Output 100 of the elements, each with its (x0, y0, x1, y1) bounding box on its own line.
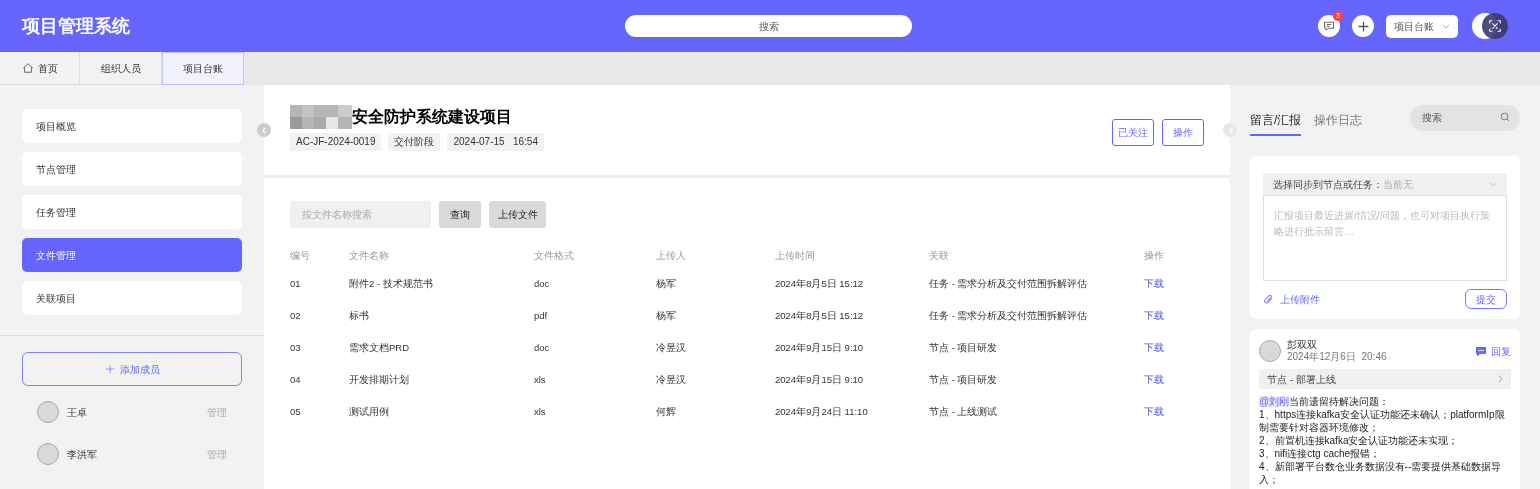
sidebar-item[interactable]: 关联项目 (22, 281, 242, 315)
table-cell-text: 节点 - 上线测试 (929, 404, 999, 419)
comment-author: 彭双双 (1287, 339, 1318, 351)
redacted-block (290, 105, 352, 129)
plus-icon (104, 364, 115, 374)
chevron-down-icon (1442, 23, 1450, 29)
chat-icon (1475, 345, 1487, 357)
message-icon (1323, 20, 1335, 32)
panel-tab[interactable]: 留言/汇报 (1250, 105, 1302, 136)
add-member-button[interactable]: 添加成员 (22, 352, 242, 386)
comment-text: 2、前置机连接kafka安全认证功能还未实现； (1259, 434, 1460, 447)
table-cell-text: 附件2 - 技术规范书 (349, 276, 434, 291)
column-header: 文件名称 (349, 248, 390, 263)
table-cell-text: 任务 - 需求分析及交付范围拆解评估 (929, 276, 1089, 291)
avatar (37, 401, 59, 423)
project-tag: AC-JF-2024-0019 (290, 133, 382, 151)
member-role: 管理 (207, 447, 227, 462)
table-cell-text: 标书 (349, 308, 370, 323)
project-tag: 2024-07-15 16:54 (447, 133, 544, 151)
download-link[interactable]: 下载 (1144, 276, 1184, 292)
table-cell-text: 03 (290, 340, 302, 355)
sidebar-item[interactable]: 任务管理 (22, 195, 242, 229)
sidebar-item[interactable]: 文件管理 (22, 238, 242, 272)
chevron-right-icon (1498, 375, 1503, 383)
download-link[interactable]: 下载 (1144, 404, 1184, 420)
avatar (37, 443, 59, 465)
toolbar-button[interactable]: 上传文件 (489, 201, 546, 228)
table-cell-text: 开发排期计划 (349, 372, 410, 387)
member-name: 王卓 (67, 405, 88, 420)
comment-text: 3、nifi连接ctg cache报错； (1259, 447, 1382, 460)
fullscreen-button[interactable] (1482, 13, 1508, 39)
table-cell-text: 杨军 (656, 308, 677, 323)
nav-tab[interactable]: 项目台账 (162, 52, 244, 85)
plus-icon (1356, 19, 1370, 33)
add-button[interactable] (1352, 15, 1374, 37)
table-cell-text: 何辉 (656, 404, 677, 419)
panel-search-field[interactable]: 搜索 (1410, 104, 1520, 131)
expand-icon (1488, 19, 1502, 33)
table-cell-text: 节点 - 项目研发 (929, 372, 999, 387)
node-link[interactable]: 节点 - 部署上线 (1259, 369, 1511, 389)
download-link[interactable]: 下载 (1144, 372, 1184, 388)
upload-attachment-button[interactable]: 上传附件 (1263, 291, 1320, 307)
project-tag: 交付阶段 (388, 133, 441, 151)
table-cell-text: 2024年8月5日 15:12 (775, 276, 865, 291)
project-dropdown[interactable]: 项目台账 (1386, 14, 1458, 38)
table-cell-text: 需求文档PRD (349, 340, 411, 355)
comment-text: 1、https连接kafka安全认证功能还未确认；platformIp限制需要针对容器环境修改； (1259, 408, 1506, 434)
avatar (1259, 340, 1281, 362)
home-icon (21, 62, 34, 74)
column-header: 关联 (929, 248, 950, 263)
sidebar-item[interactable]: 节点管理 (22, 152, 242, 186)
submit-button[interactable]: 提交 (1465, 289, 1507, 309)
chevron-down-icon (1490, 181, 1497, 187)
table-cell-text: xls (534, 372, 547, 387)
panel-tab[interactable]: 操作日志 (1314, 105, 1363, 136)
column-header: 上传时间 (775, 248, 816, 263)
sidebar-item[interactable]: 项目概览 (22, 109, 242, 143)
table-cell-text: pdf (534, 308, 549, 323)
table-cell-text: 04 (290, 372, 302, 387)
table-cell-text: 2024年8月5日 15:12 (775, 308, 865, 323)
download-link[interactable]: 下载 (1144, 308, 1184, 324)
table-cell-text: 冷昱汉 (656, 340, 687, 355)
comment-text: 4、新部署平台数仓业务数据没有--需要提供基础数据导入； (1259, 460, 1503, 486)
reply-button[interactable]: 回复 (1475, 343, 1511, 359)
nav-tab[interactable]: 首页 (0, 52, 80, 85)
comment-intro: @刘刚当前遗留待解决问题： (1259, 395, 1391, 408)
table-cell-text: 测试用例 (349, 404, 390, 419)
table-cell-text: 01 (290, 276, 302, 291)
table-cell-text: 2024年9月15日 9:10 (775, 372, 865, 387)
table-cell-text: 05 (290, 404, 302, 419)
nav-tab[interactable]: 组织人员 (80, 52, 162, 85)
column-header: 上传人 (656, 248, 687, 263)
table-cell-text: doc (534, 276, 551, 291)
file-search-field[interactable]: 按文件名称搜索 (290, 201, 431, 228)
chevron-left-icon (260, 126, 268, 134)
column-header: 编号 (290, 248, 311, 263)
chevron-right-icon (1226, 126, 1234, 134)
table-cell-text: 杨军 (656, 276, 677, 291)
member-name: 李洪军 (67, 447, 98, 462)
table-cell-text: 2024年9月15日 9:10 (775, 340, 865, 355)
app-title: 项目管理系统 (22, 14, 131, 38)
search-icon (1500, 112, 1510, 123)
action-button[interactable]: 已关注 (1112, 119, 1154, 146)
table-cell-text: 任务 - 需求分析及交付范围拆解评估 (929, 308, 1089, 323)
download-link[interactable]: 下载 (1144, 340, 1184, 356)
table-cell-text: 节点 - 项目研发 (929, 340, 999, 355)
column-header: 文件格式 (534, 248, 575, 263)
toolbar-button[interactable]: 查询 (439, 201, 481, 228)
table-cell-text: xls (534, 404, 547, 419)
paperclip-icon (1263, 293, 1274, 305)
table-cell-text: 02 (290, 308, 302, 323)
project-title: 安全防护系统建设项目 (352, 107, 512, 127)
search-field[interactable]: 搜索 (625, 15, 912, 37)
comment-time: 2024年12月6日 20:46 (1287, 351, 1388, 363)
member-role: 管理 (207, 405, 227, 420)
table-cell-text: 2024年9月24日 11:10 (775, 404, 869, 419)
table-cell-text: 冷昱汉 (656, 372, 687, 387)
table-cell-text: doc (534, 340, 551, 355)
action-button[interactable]: 操作 (1162, 119, 1204, 146)
column-header: 操作 (1144, 248, 1165, 263)
